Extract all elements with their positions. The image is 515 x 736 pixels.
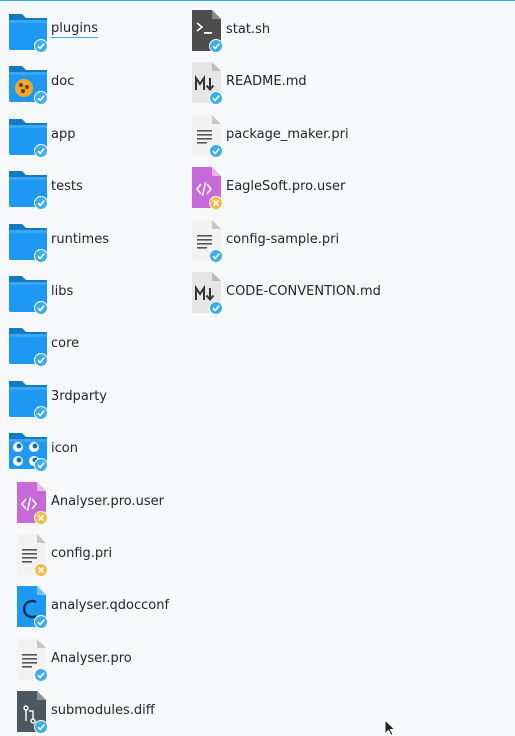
folder-icon xyxy=(0,320,48,367)
vcs-ok-badge-icon xyxy=(34,301,48,315)
file-item-label: submodules.diff xyxy=(51,702,155,718)
file-item[interactable]: 3rdparty xyxy=(0,373,107,420)
file-item-label: app xyxy=(51,126,76,142)
file-item[interactable]: submodules.diff xyxy=(0,687,155,734)
file-item-label: core xyxy=(51,335,80,351)
file-item-label: EagleSoft.pro.user xyxy=(226,178,346,194)
mouse-pointer-icon xyxy=(384,719,396,736)
file-item[interactable]: libs xyxy=(0,268,74,315)
shell-script-icon xyxy=(175,6,223,53)
markdown-file-icon xyxy=(175,58,223,105)
vcs-ok-badge-icon xyxy=(34,144,48,158)
file-item-label: stat.sh xyxy=(226,21,271,37)
qdoc-file-icon xyxy=(0,582,48,629)
vcs-ok-badge-icon xyxy=(34,91,48,105)
vcs-ok-badge-icon xyxy=(209,301,223,315)
folder-icon xyxy=(0,163,48,210)
file-item[interactable]: doc xyxy=(0,58,75,105)
file-item-label: libs xyxy=(51,283,74,299)
file-item[interactable]: tests xyxy=(0,163,83,210)
file-item[interactable]: Analyser.pro xyxy=(0,635,132,682)
text-file-icon xyxy=(0,635,48,682)
file-item[interactable]: config-sample.pri xyxy=(175,216,340,263)
file-item[interactable]: icon xyxy=(0,425,78,472)
folder-icon xyxy=(0,268,48,315)
file-item[interactable]: config.pri xyxy=(0,530,113,577)
vcs-ok-badge-icon xyxy=(34,615,48,629)
file-item-label: config.pri xyxy=(51,545,113,561)
vcs-ok-badge-icon xyxy=(209,91,223,105)
folder-icon xyxy=(0,373,48,420)
file-item-label: Analyser.pro xyxy=(51,650,132,666)
file-item-label: README.md xyxy=(226,73,307,89)
file-item[interactable]: app xyxy=(0,111,76,158)
text-file-icon xyxy=(175,111,223,158)
folder-images-icon xyxy=(0,425,48,472)
vcs-ok-badge-icon xyxy=(34,353,48,367)
file-item[interactable]: CODE-CONVENTION.md xyxy=(175,268,381,315)
folder-icon xyxy=(0,216,48,263)
diff-file-icon xyxy=(0,687,48,734)
file-item-label: doc xyxy=(51,73,75,89)
file-item-label: tests xyxy=(51,178,83,194)
code-file-icon xyxy=(175,163,223,210)
folder-icon xyxy=(0,6,48,53)
vcs-ok-badge-icon xyxy=(209,39,223,53)
folder-doc-icon xyxy=(0,58,48,105)
file-item-label: config-sample.pri xyxy=(226,231,340,247)
vcs-ok-badge-icon xyxy=(34,668,48,682)
file-item[interactable]: analyser.qdocconf xyxy=(0,582,170,629)
file-item[interactable]: core xyxy=(0,320,80,367)
file-item[interactable]: Analyser.pro.user xyxy=(0,478,164,525)
file-item[interactable]: package_maker.pri xyxy=(175,111,349,158)
file-item-label: runtimes xyxy=(51,231,109,247)
file-item[interactable]: README.md xyxy=(175,58,307,105)
vcs-ok-badge-icon xyxy=(34,720,48,734)
vcs-modified-badge-icon xyxy=(34,511,48,525)
file-item-label: 3rdparty xyxy=(51,388,107,404)
vcs-ok-badge-icon xyxy=(34,458,48,472)
file-item-label: plugins xyxy=(51,20,98,38)
text-file-icon xyxy=(175,216,223,263)
vcs-modified-badge-icon xyxy=(34,563,48,577)
folder-icon xyxy=(0,111,48,158)
vcs-ok-badge-icon xyxy=(209,249,223,263)
file-item[interactable]: plugins xyxy=(0,6,98,53)
file-item[interactable]: stat.sh xyxy=(175,6,271,53)
file-item-label: analyser.qdocconf xyxy=(51,597,170,613)
vcs-ok-badge-icon xyxy=(209,144,223,158)
vcs-ok-badge-icon xyxy=(34,406,48,420)
view-top-border xyxy=(0,0,515,1)
code-file-icon xyxy=(0,478,48,525)
file-item[interactable]: EagleSoft.pro.user xyxy=(175,163,346,210)
text-file-icon xyxy=(0,530,48,577)
file-item-label: package_maker.pri xyxy=(226,126,349,142)
vcs-ok-badge-icon xyxy=(34,196,48,210)
file-item[interactable]: runtimes xyxy=(0,216,109,263)
vcs-modified-badge-icon xyxy=(209,196,223,210)
file-item-label: CODE-CONVENTION.md xyxy=(226,283,381,299)
vcs-ok-badge-icon xyxy=(34,39,48,53)
vcs-ok-badge-icon xyxy=(34,249,48,263)
file-item-label: icon xyxy=(51,440,78,456)
file-item-label: Analyser.pro.user xyxy=(51,493,164,509)
markdown-file-icon xyxy=(175,268,223,315)
